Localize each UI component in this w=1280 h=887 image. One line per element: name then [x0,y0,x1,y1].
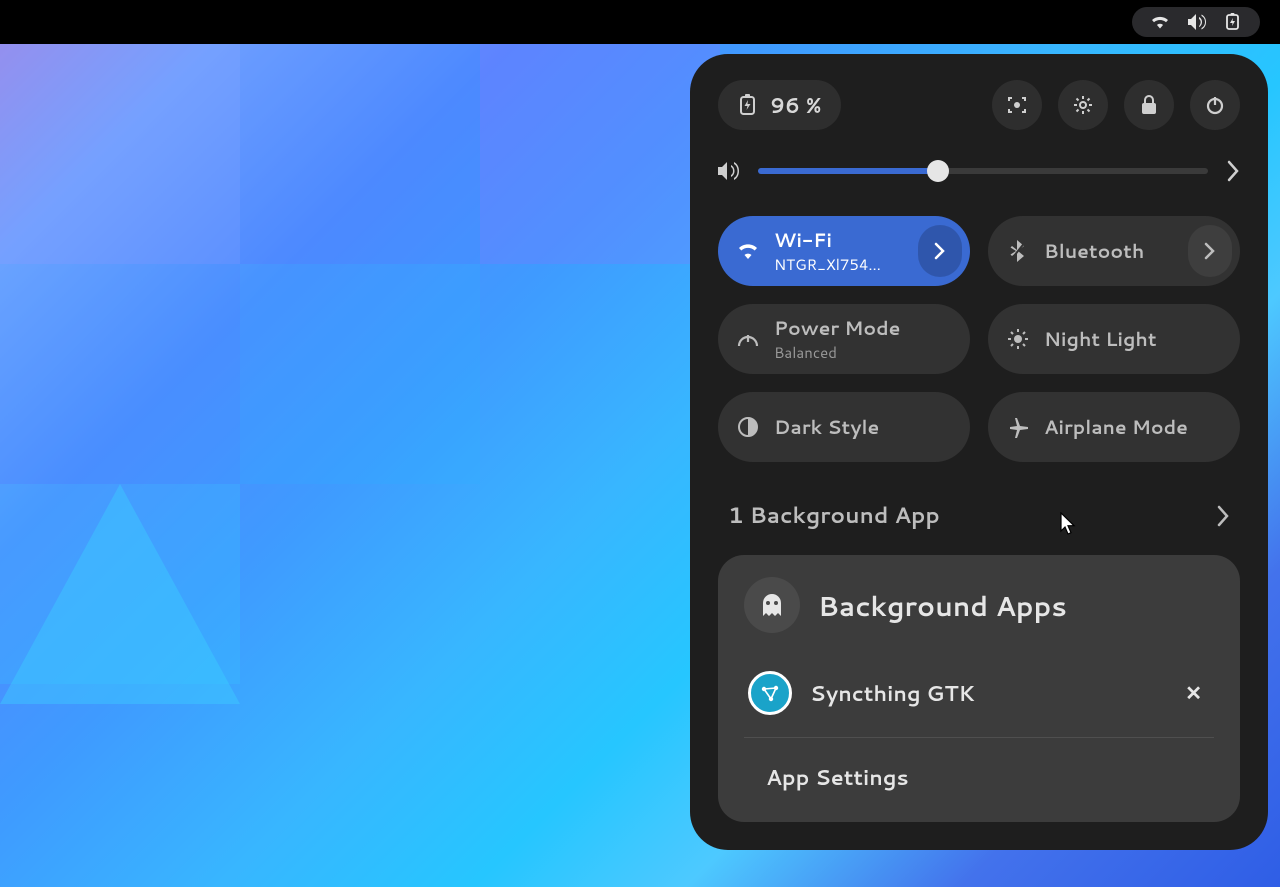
system-tray[interactable] [1132,7,1260,37]
night-light-title: Night Light [1044,326,1222,353]
ghost-icon [744,577,800,633]
battery-pill[interactable]: 96 % [718,80,841,130]
battery-icon [738,94,758,116]
wifi-title: Wi-Fi [774,227,904,254]
wifi-subtitle: NTGR_Xl754… [774,254,904,275]
battery-percent-label: 96 % [770,90,821,120]
screenshot-button[interactable] [992,80,1042,130]
gauge-icon [736,328,760,350]
bluetooth-icon [1006,239,1030,263]
background-apps-title: Background Apps [818,586,1067,625]
volume-slider[interactable] [758,168,1208,174]
bluetooth-arrow[interactable] [1188,225,1232,277]
top-bar [0,0,1280,44]
wifi-arrow[interactable] [918,225,962,277]
airplane-icon [1006,416,1030,438]
dark-style-title: Dark Style [774,414,952,441]
volume-icon [718,161,740,181]
dark-style-toggle[interactable]: Dark Style [718,392,970,462]
sound-settings-arrow[interactable] [1226,160,1240,182]
background-apps-card: Background Apps Syncthing GTK ✕ App Sett… [718,555,1240,822]
chevron-right-icon [1216,505,1230,527]
airplane-title: Airplane Mode [1044,414,1222,441]
battery-icon [1224,13,1242,31]
background-apps-header[interactable]: 1 Background App [718,492,1240,555]
background-apps-count: 1 Background App [728,500,940,531]
wifi-icon [736,241,760,261]
app-name: Syncthing GTK [810,678,1159,708]
lock-button[interactable] [1124,80,1174,130]
bluetooth-toggle[interactable]: Bluetooth [988,216,1240,286]
power-mode-toggle[interactable]: Power Mode Balanced [718,304,970,374]
syncthing-icon [748,671,792,715]
volume-icon [1188,14,1206,30]
wifi-icon [1150,14,1170,30]
wifi-toggle[interactable]: Wi-Fi NTGR_Xl754… [718,216,970,286]
night-light-toggle[interactable]: Night Light [988,304,1240,374]
quick-settings-panel: 96 % [690,54,1268,850]
close-app-button[interactable]: ✕ [1177,675,1210,711]
power-mode-subtitle: Balanced [774,342,952,363]
power-mode-title: Power Mode [774,315,952,342]
bluetooth-title: Bluetooth [1044,238,1174,265]
app-settings-link[interactable]: App Settings [744,738,1214,796]
power-button[interactable] [1190,80,1240,130]
airplane-mode-toggle[interactable]: Airplane Mode [988,392,1240,462]
background-app-row[interactable]: Syncthing GTK ✕ [744,661,1214,738]
sun-icon [1006,327,1030,351]
settings-button[interactable] [1058,80,1108,130]
contrast-icon [736,416,760,438]
slider-thumb[interactable] [927,160,949,182]
